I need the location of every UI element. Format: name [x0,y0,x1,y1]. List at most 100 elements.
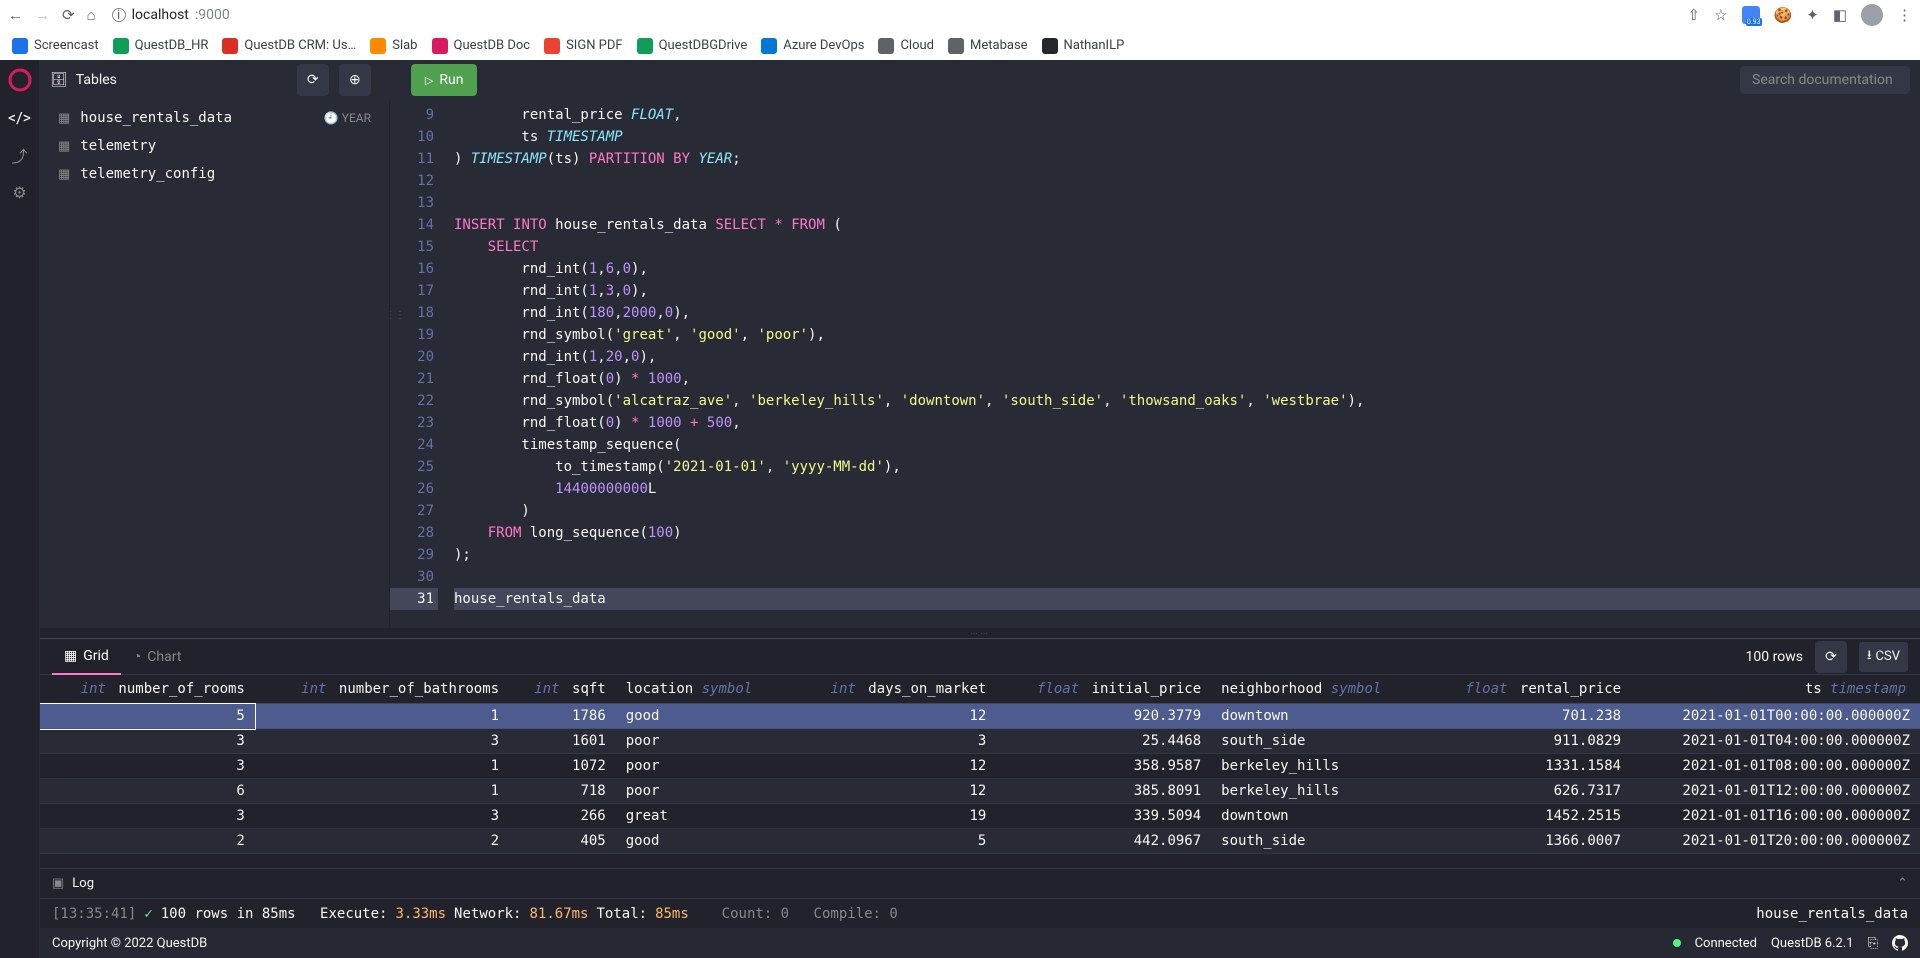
tables-heading: 🗄 Tables [50,72,117,88]
cell: 911.0829 [1426,729,1631,754]
bookmark-item[interactable]: Slab [370,38,417,54]
results-resize-grip[interactable]: ⋯⋯ [40,628,1920,638]
cell: berkeley_hills [1211,754,1426,779]
table-name: telemetry_config [80,166,215,182]
bookmark-item[interactable]: SIGN PDF [544,38,623,54]
rail-settings-icon[interactable]: ⚙ [12,183,26,202]
table-item[interactable]: ▦telemetry [40,132,389,160]
column-header[interactable]: neighborhood symbol [1211,675,1426,704]
cell: 626.7317 [1426,779,1631,804]
copy-icon[interactable]: ⎘ [1868,936,1878,951]
stats-time: [13:35:41] [52,906,136,922]
star-icon[interactable]: ☆ [1714,6,1727,24]
cell: 2021-01-01T16:00:00.000000Z [1631,804,1920,829]
cell: 5 [40,704,255,729]
cell: 3 [255,804,509,829]
column-header[interactable]: ts timestamp [1631,675,1920,704]
topbar: 🗄 Tables ⟳ ⊕ Run Search documentation [40,60,1920,100]
results-grid-wrap[interactable]: int number_of_roomsint number_of_bathroo… [40,675,1920,868]
bookmarks-bar: Screencast QuestDB_HR QuestDB CRM: Us… Slab… [0,30,1920,60]
nav-reload-icon[interactable]: ⟳ [62,6,75,24]
column-header[interactable]: float initial_price [996,675,1211,704]
table-row[interactable]: 331601poor325.4468south_side911.08292021… [40,729,1920,754]
bookmark-item[interactable]: QuestDBGDrive [637,38,748,54]
chart-icon: ◔ [133,648,141,665]
table-row[interactable]: 511786good12920.3779downtown701.2382021-… [40,704,1920,729]
cell: 25.4468 [996,729,1211,754]
github-icon[interactable] [1892,935,1908,951]
column-header[interactable]: int number_of_rooms [40,675,255,704]
cell: 2 [40,829,255,854]
download-icon: ⭳ [1867,646,1872,668]
table-row[interactable]: 22405good5442.0967south_side1366.0007202… [40,829,1920,854]
column-header[interactable]: int days_on_market [791,675,996,704]
bookmark-item[interactable]: Metabase [948,38,1028,54]
share-icon[interactable]: ⇧ [1688,6,1701,24]
bookmark-item[interactable]: NathanILP [1042,38,1125,54]
cell: 2021-01-01T00:00:00.000000Z [1631,704,1920,729]
cell: downtown [1211,704,1426,729]
tab-chart[interactable]: ◔Chart [121,639,194,675]
cell: 2021-01-01T04:00:00.000000Z [1631,729,1920,754]
bookmark-item[interactable]: Screencast [12,38,99,54]
log-expand-icon[interactable]: ⌃ [1897,876,1908,891]
table-row[interactable]: 311072poor12358.9587berkeley_hills1331.1… [40,754,1920,779]
bookmark-label: Screencast [34,38,99,53]
column-header[interactable]: float rental_price [1426,675,1631,704]
cell: 718 [509,779,616,804]
bookmark-icon [637,38,653,54]
code-area[interactable]: rental_price FLOAT, ts TIMESTAMP) TIMEST… [446,100,1920,628]
nav-home-icon[interactable]: ⌂ [87,6,96,24]
column-header[interactable]: location symbol [616,675,792,704]
url-host: localhost [132,7,189,23]
extensions-icon[interactable]: ✦ [1806,6,1819,24]
cell: 2021-01-01T20:00:00.000000Z [1631,829,1920,854]
nav-back-icon[interactable]: ← [8,6,23,24]
column-header[interactable]: int number_of_bathrooms [255,675,509,704]
cookie-icon[interactable]: 🍪 [1774,6,1793,24]
site-info-icon[interactable]: i [112,8,126,22]
column-header[interactable]: int sqft [509,675,616,704]
table-item[interactable]: ▦telemetry_config [40,160,389,188]
url-box[interactable]: i localhost:9000 [112,7,230,23]
table-row[interactable]: 61718poor12385.8091berkeley_hills626.731… [40,779,1920,804]
sidebar-resize-grip[interactable]: ⋮⋮ [390,310,405,321]
add-table-button[interactable]: ⊕ [339,64,371,96]
cell: 1786 [509,704,616,729]
bookmark-item[interactable]: QuestDB Doc [432,38,531,54]
tab-grid[interactable]: ▦Grid [52,639,121,675]
cell: 2021-01-01T12:00:00.000000Z [1631,779,1920,804]
cell: 442.0967 [996,829,1211,854]
check-icon: ✓ [144,906,152,922]
bookmark-item[interactable]: Cloud [878,38,934,54]
run-button[interactable]: Run [411,64,478,96]
table-row[interactable]: 33266great19339.5094downtown1452.2515202… [40,804,1920,829]
bookmark-item[interactable]: QuestDB_HR [113,38,209,54]
bookmark-icon [761,38,777,54]
table-item[interactable]: ▦house_rentals_data🕘 YEAR [40,104,389,132]
partition-badge: 🕘 YEAR [324,111,371,125]
rail-sql-icon[interactable]: </> [8,108,31,127]
bookmark-label: NathanILP [1064,38,1125,53]
export-csv-button[interactable]: ⭳CSV [1859,642,1908,672]
bookmark-icon [878,38,894,54]
nav-forward-icon[interactable]: → [35,6,50,24]
bookmark-icon [948,38,964,54]
rail-upload-icon[interactable]: ⤴ [11,143,27,167]
search-docs-input[interactable]: Search documentation [1740,66,1910,94]
bookmark-item[interactable]: QuestDB CRM: Us… [222,38,356,54]
sql-editor[interactable]: ⋮⋮ 9101112131415161718192021222324252627… [390,100,1920,628]
profile-avatar[interactable] [1861,4,1883,26]
cell: poor [616,754,792,779]
cell: downtown [1211,804,1426,829]
refresh-results-button[interactable]: ⟳ [1815,641,1847,673]
bookmark-item[interactable]: Azure DevOps [761,38,864,54]
connected-label: Connected [1695,936,1757,951]
bookmark-label: Cloud [900,38,934,53]
menu-icon[interactable]: ⋮ [1897,6,1912,24]
log-bar[interactable]: ▣ Log ⌃ [40,868,1920,898]
panel-icon[interactable]: ◧ [1833,6,1847,24]
cell: 2 [255,829,509,854]
extension-badge[interactable] [1742,6,1760,24]
refresh-tables-button[interactable]: ⟳ [297,64,329,96]
